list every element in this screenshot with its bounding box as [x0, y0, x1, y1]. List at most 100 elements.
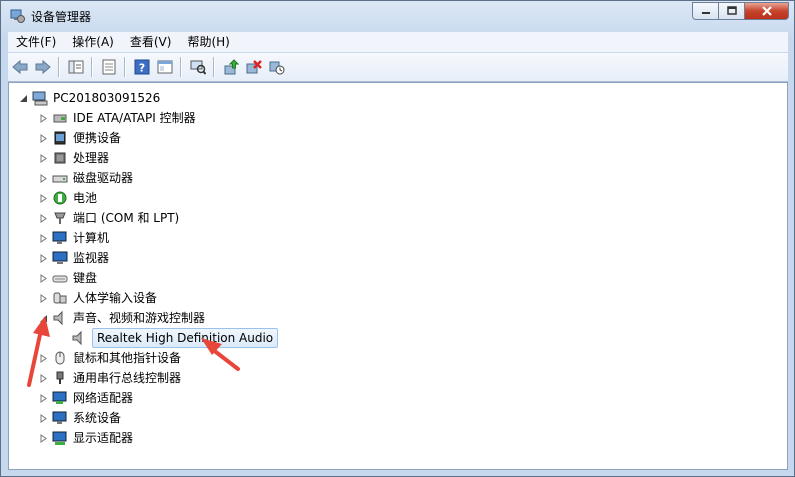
tree-item-speaker[interactable]: 声音、视频和游戏控制器: [39, 309, 205, 327]
tree-item-battery[interactable]: 电池: [39, 189, 97, 207]
collapsed-arrow-icon[interactable]: [39, 173, 48, 183]
tree-item-label: 端口 (COM 和 LPT): [73, 211, 180, 225]
monitor-icon: [52, 251, 68, 264]
menu-file[interactable]: 文件(F): [8, 32, 64, 52]
disable-icon: [246, 60, 262, 74]
collapsed-arrow-icon[interactable]: [39, 373, 48, 383]
port-icon: [54, 212, 66, 224]
keyboard-icon: [52, 275, 68, 283]
properties-icon: [102, 59, 116, 75]
device-manager-window: 设备管理器 文件(F) 操作(A) 查看(V) 帮助(H) ? PC201803…: [0, 0, 795, 477]
view-icon: [157, 60, 173, 74]
collapsed-arrow-icon[interactable]: [39, 273, 48, 283]
maximize-icon: [726, 6, 737, 15]
tree-item-ide-controller[interactable]: IDE ATA/ATAPI 控制器: [39, 109, 196, 127]
device-tree[interactable]: PC201803091526 IDE ATA/ATAPI 控制器便携设备处理器磁…: [8, 82, 788, 470]
toolbar: ?: [8, 53, 788, 82]
view-button[interactable]: [154, 56, 176, 78]
tree-item-portable-device[interactable]: 便携设备: [39, 129, 121, 147]
tree-item-display-adapter[interactable]: 显示适配器: [39, 429, 133, 447]
tree-item-monitor[interactable]: 监视器: [39, 249, 109, 267]
tree-item-computer[interactable]: 计算机: [39, 229, 109, 247]
tree-item-network[interactable]: 网络适配器: [39, 389, 133, 407]
device-manager-icon: [9, 7, 25, 23]
close-button[interactable]: [744, 2, 789, 20]
tree-item-processor[interactable]: 处理器: [39, 149, 109, 167]
toolbar-separator: [58, 57, 60, 77]
collapsed-arrow-icon[interactable]: [39, 353, 48, 363]
display-adapter-icon: [52, 431, 67, 445]
tree-item-label: 显示适配器: [73, 431, 134, 445]
toolbar-separator: [213, 57, 215, 77]
collapsed-arrow-icon[interactable]: [39, 193, 48, 203]
minimize-button[interactable]: [692, 2, 719, 20]
expanded-arrow-icon[interactable]: [19, 94, 28, 103]
collapsed-arrow-icon[interactable]: [39, 413, 48, 423]
disk-drive-icon: [52, 175, 68, 183]
properties-button[interactable]: [98, 56, 120, 78]
tree-root[interactable]: PC201803091526: [19, 89, 160, 107]
tree-item-label: 声音、视频和游戏控制器: [73, 311, 206, 325]
toolbar-separator: [180, 57, 182, 77]
update-driver-icon: [224, 59, 239, 75]
forward-icon: [35, 59, 51, 75]
collapsed-arrow-icon[interactable]: [39, 433, 48, 443]
portable-device-icon: [54, 131, 66, 145]
collapsed-arrow-icon[interactable]: [39, 253, 48, 263]
menu-view[interactable]: 查看(V): [122, 32, 180, 52]
tree-item-label: 鼠标和其他指针设备: [73, 351, 182, 365]
title-bar[interactable]: 设备管理器: [1, 1, 794, 31]
tree-item-label: 人体学输入设备: [73, 291, 158, 305]
tree-item-label: IDE ATA/ATAPI 控制器: [73, 111, 196, 125]
uninstall-device-button[interactable]: [266, 56, 288, 78]
network-icon: [52, 391, 67, 404]
collapsed-arrow-icon[interactable]: [39, 113, 48, 123]
collapsed-arrow-icon[interactable]: [39, 293, 48, 303]
collapsed-arrow-icon[interactable]: [39, 393, 48, 403]
collapsed-arrow-icon[interactable]: [39, 213, 48, 223]
device-label: Realtek High Definition Audio: [92, 328, 279, 348]
mouse-icon: [55, 351, 65, 365]
uninstall-icon: [269, 61, 285, 75]
scan-hardware-button[interactable]: [187, 56, 209, 78]
tree-item-mouse[interactable]: 鼠标和其他指针设备: [39, 349, 181, 367]
back-icon: [12, 59, 28, 75]
tree-item-hid[interactable]: 人体学输入设备: [39, 289, 157, 307]
collapsed-arrow-icon[interactable]: [39, 153, 48, 163]
toolbar-separator: [91, 57, 93, 77]
tree-item-usb[interactable]: 通用串行总线控制器: [39, 369, 181, 387]
minimize-icon: [701, 12, 710, 14]
computer-icon: [32, 91, 48, 106]
update-driver-button[interactable]: [220, 56, 242, 78]
collapsed-arrow-icon[interactable]: [39, 233, 48, 243]
menu-help[interactable]: 帮助(H): [179, 32, 237, 52]
help-icon: ?: [134, 59, 150, 75]
toolbar-separator: [124, 57, 126, 77]
tree-view-button[interactable]: [65, 56, 87, 78]
hid-icon: [53, 292, 67, 304]
back-button[interactable]: [9, 56, 31, 78]
tree-item-realtek-audio[interactable]: Realtek High Definition Audio: [71, 328, 279, 348]
tree-item-label: 处理器: [73, 151, 110, 165]
scan-icon: [190, 60, 206, 75]
menu-bar: 文件(F) 操作(A) 查看(V) 帮助(H): [8, 32, 788, 52]
tree-item-label: 监视器: [73, 251, 110, 265]
maximize-button[interactable]: [718, 2, 745, 20]
usb-icon: [56, 371, 64, 384]
collapsed-arrow-icon[interactable]: [39, 133, 48, 143]
tree-item-label: 电池: [73, 191, 98, 205]
forward-button[interactable]: [32, 56, 54, 78]
speaker-icon: [72, 330, 82, 346]
system-device-icon: [52, 411, 67, 424]
tree-item-port[interactable]: 端口 (COM 和 LPT): [39, 209, 179, 227]
expanded-arrow-icon[interactable]: [39, 314, 48, 323]
help-button[interactable]: ?: [131, 56, 153, 78]
close-icon: [761, 6, 772, 16]
tree-item-label: 通用串行总线控制器: [73, 371, 182, 385]
tree-item-disk-drive[interactable]: 磁盘驱动器: [39, 169, 133, 187]
menu-action[interactable]: 操作(A): [64, 32, 122, 52]
tree-item-system-device[interactable]: 系统设备: [39, 409, 121, 427]
tree-item-keyboard[interactable]: 键盘: [39, 269, 97, 287]
tree-view-icon: [68, 60, 84, 74]
disable-device-button[interactable]: [243, 56, 265, 78]
